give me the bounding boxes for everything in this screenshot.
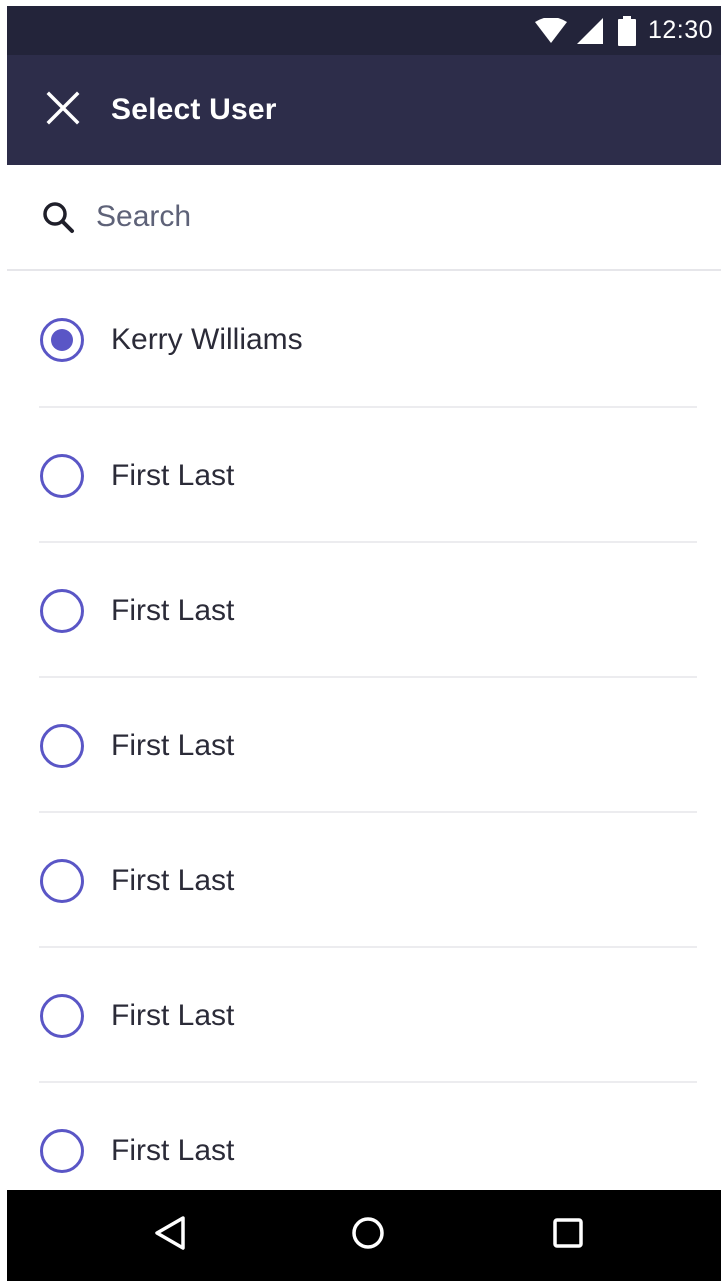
user-option[interactable]: First Last [7,408,721,543]
signal-icon [576,17,604,45]
radio-unselected-icon[interactable] [40,723,84,768]
user-option[interactable]: First Last [7,948,721,1083]
user-option[interactable]: First Last [7,678,721,813]
page-title: Select User [111,93,277,126]
status-time: 12:30 [647,16,713,44]
radio-unselected-icon[interactable] [40,993,84,1038]
user-option-kerry-williams[interactable]: Kerry Williams [7,271,721,408]
user-option[interactable]: First Last [7,543,721,678]
recents-button[interactable] [523,1190,613,1281]
user-name: Kerry Williams [111,322,303,356]
radio-unselected-icon[interactable] [40,1128,84,1173]
user-option[interactable]: First Last [7,813,721,948]
back-button[interactable] [125,1190,215,1281]
user-name: First Last [111,863,235,897]
battery-icon [617,15,636,46]
user-name: First Last [111,1133,235,1167]
user-list: Kerry Williams First Last First Last Fir… [7,271,721,1190]
home-icon [351,1216,385,1255]
radio-unselected-icon[interactable] [40,453,84,498]
home-button[interactable] [323,1190,413,1281]
radio-unselected-icon[interactable] [40,858,84,903]
back-icon [153,1215,187,1256]
search-bar [7,165,721,271]
close-button[interactable] [39,86,87,134]
status-bar: 12:30 [7,6,721,55]
user-option[interactable]: First Last [7,1083,721,1190]
wifi-icon [534,17,568,44]
radio-unselected-icon[interactable] [40,588,84,633]
search-input[interactable] [96,200,656,234]
recents-icon [552,1217,584,1254]
user-name: First Last [111,593,235,627]
search-icon [40,199,76,235]
user-name: First Last [111,998,235,1032]
app-bar: Select User [7,55,721,165]
close-icon [46,91,80,130]
user-name: First Last [111,458,235,492]
user-name: First Last [111,728,235,762]
radio-selected-icon[interactable] [40,317,84,362]
system-nav-bar [7,1190,721,1281]
